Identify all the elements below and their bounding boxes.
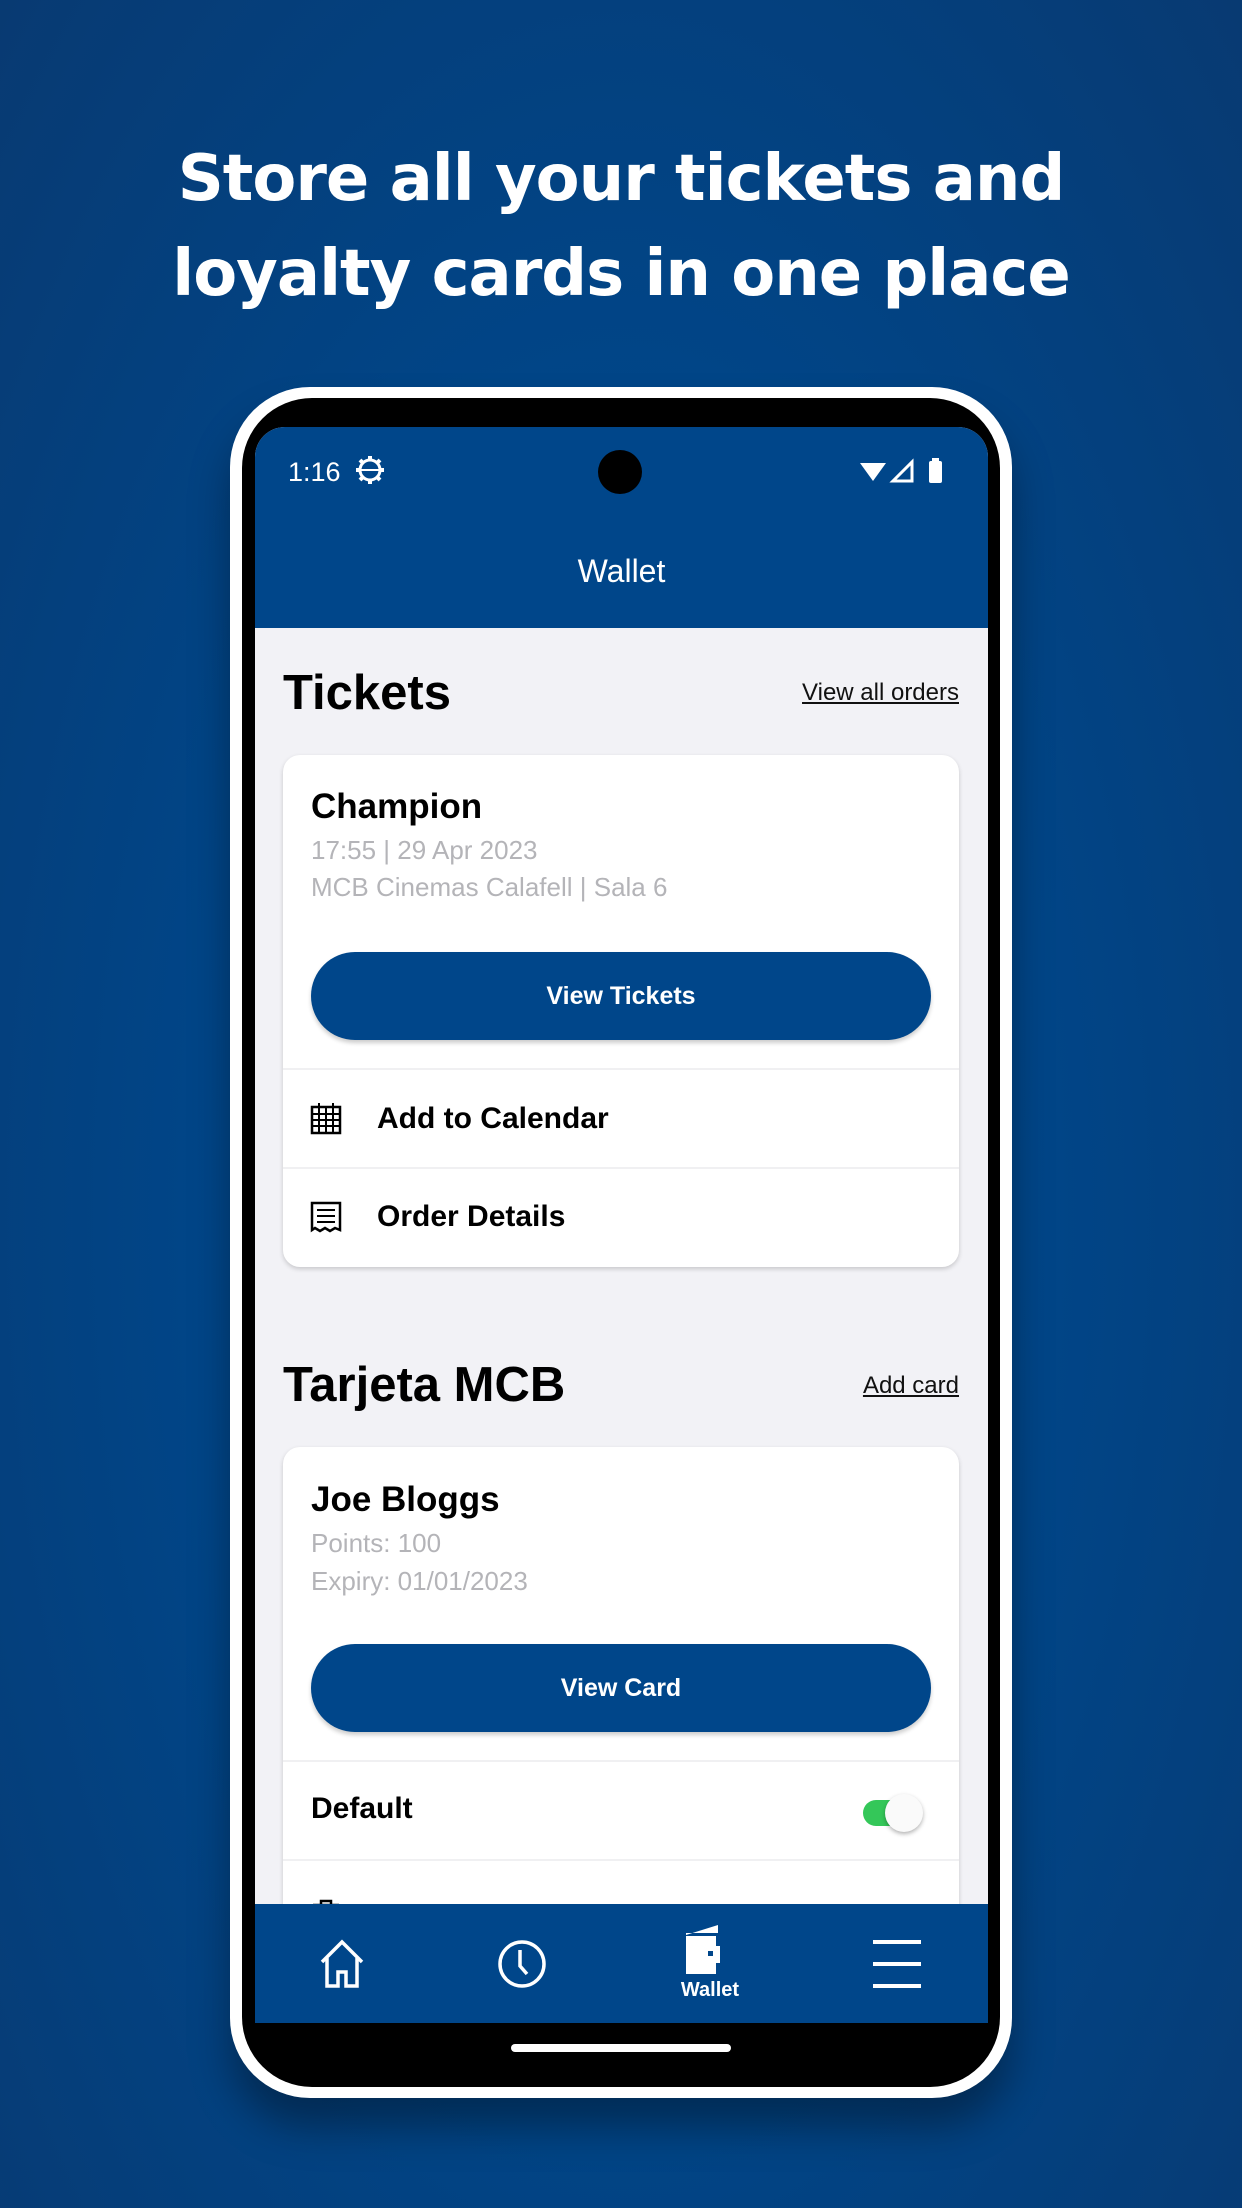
divider — [283, 1068, 959, 1070]
add-card-link[interactable]: Add card — [863, 1372, 959, 1400]
system-status-icons — [860, 458, 942, 483]
divider — [283, 1859, 959, 1861]
default-toggle[interactable] — [863, 1794, 923, 1832]
nav-home[interactable] — [282, 1904, 402, 2023]
add-to-calendar-label: Add to Calendar — [377, 1102, 609, 1135]
headline-line-1: Store all your tickets and — [177, 142, 1066, 216]
calendar-icon — [310, 1103, 342, 1135]
card-expiry: Expiry: 01/01/2023 — [311, 1566, 528, 1596]
page-title: Wallet — [577, 553, 666, 589]
card-points: Points: 100 — [311, 1528, 442, 1558]
toggle-knob — [885, 1794, 923, 1832]
home-indicator[interactable] — [511, 2044, 731, 2052]
signal-icon — [889, 458, 914, 483]
default-label: Default — [311, 1792, 413, 1825]
loyalty-heading: Tarjeta MCB — [283, 1358, 566, 1412]
cardholder-name: Joe Bloggs — [311, 1480, 500, 1519]
view-all-orders-link[interactable]: View all orders — [802, 679, 959, 707]
wallet-icon — [686, 1925, 720, 1974]
status-time: 1:16 — [288, 457, 341, 487]
app-bar: 1:16 Wallet — [255, 427, 988, 628]
headline-line-2: loyalty cards in one place — [172, 237, 1071, 311]
receipt-icon — [310, 1201, 342, 1233]
tickets-heading: Tickets — [283, 666, 451, 720]
nav-wallet[interactable]: Wallet — [650, 1904, 770, 2023]
wifi-icon — [860, 463, 886, 481]
menu-icon — [873, 1939, 921, 1988]
ticket-venue: MCB Cinemas Calafell | Sala 6 — [311, 872, 668, 902]
ticket-datetime: 17:55 | 29 Apr 2023 — [311, 835, 538, 865]
camera-cutout — [598, 450, 642, 494]
clock-icon — [498, 1939, 546, 1988]
view-card-button[interactable]: View Card — [311, 1644, 931, 1732]
bottom-nav: Wallet — [255, 1904, 988, 2023]
divider — [283, 1167, 959, 1169]
nav-menu[interactable] — [837, 1904, 957, 2023]
phone-screen: 1:16 Wallet Tickets View all orders Cham… — [255, 427, 988, 2023]
add-to-calendar-row[interactable]: Add to Calendar — [283, 1084, 959, 1154]
home-icon — [320, 1939, 364, 1988]
ticket-title: Champion — [311, 787, 483, 826]
battery-icon — [929, 461, 942, 483]
nav-wallet-label: Wallet — [680, 1979, 740, 2001]
promo-headline: Store all your tickets and loyalty cards… — [0, 132, 1242, 322]
ticket-card: Champion 17:55 | 29 Apr 2023 MCB Cinemas… — [283, 755, 959, 1267]
order-details-row[interactable]: Order Details — [283, 1182, 959, 1252]
order-details-label: Order Details — [377, 1200, 566, 1233]
divider — [283, 1760, 959, 1762]
settings-gear-icon — [356, 456, 384, 484]
nav-history[interactable] — [462, 1904, 582, 2023]
view-tickets-button[interactable]: View Tickets — [311, 952, 931, 1040]
